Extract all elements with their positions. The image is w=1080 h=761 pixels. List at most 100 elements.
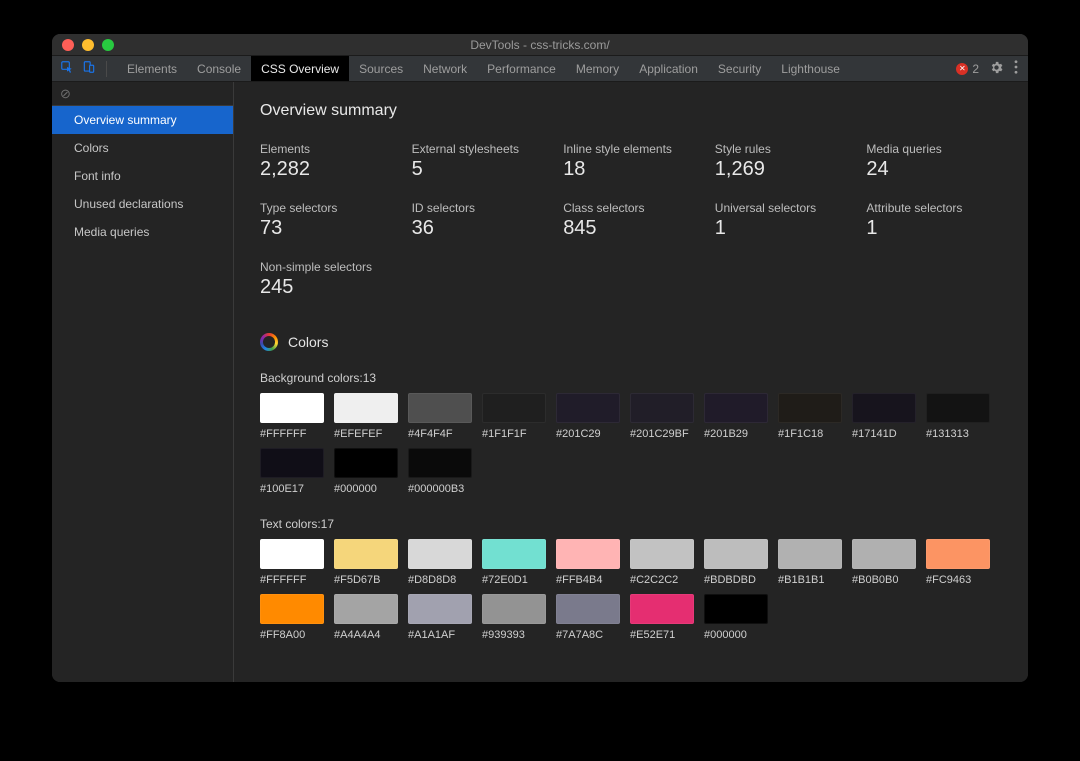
swatch-chip (334, 539, 398, 569)
color-swatch[interactable]: #1F1F1F (482, 393, 546, 440)
color-swatch[interactable]: #FFFFFF (260, 393, 324, 440)
swatch-chip (704, 393, 768, 423)
color-swatch[interactable]: #72E0D1 (482, 539, 546, 586)
color-swatch[interactable]: #201B29 (704, 393, 768, 440)
color-swatch[interactable]: #B0B0B0 (852, 539, 916, 586)
swatch-chip (778, 393, 842, 423)
sidebar-item-font-info[interactable]: Font info (52, 162, 233, 190)
color-swatch[interactable]: #FFFFFF (260, 539, 324, 586)
tab-performance[interactable]: Performance (477, 56, 566, 81)
swatch-label: #FFFFFF (260, 574, 324, 586)
stat-style-rules: Style rules1,269 (715, 142, 857, 181)
clear-icon[interactable]: ⊘ (60, 86, 71, 102)
sidebar-item-colors[interactable]: Colors (52, 134, 233, 162)
sidebar-item-unused-declarations[interactable]: Unused declarations (52, 190, 233, 218)
swatch-label: #131313 (926, 428, 990, 440)
color-swatch[interactable]: #A4A4A4 (334, 594, 398, 641)
swatch-chip (556, 393, 620, 423)
swatch-label: #000000 (334, 483, 398, 495)
page-title: Overview summary (260, 102, 1008, 120)
swatch-label: #1F1F1F (482, 428, 546, 440)
tab-console[interactable]: Console (187, 56, 251, 81)
color-swatch[interactable]: #201C29 (556, 393, 620, 440)
stat-value: 5 (412, 158, 554, 181)
color-swatch[interactable]: #C2C2C2 (630, 539, 694, 586)
stat-value: 1,269 (715, 158, 857, 181)
swatch-chip (334, 448, 398, 478)
swatch-chip (852, 539, 916, 569)
swatch-chip (334, 393, 398, 423)
swatch-chip (482, 539, 546, 569)
color-swatch[interactable]: #FFB4B4 (556, 539, 620, 586)
devtools-tabstrip: ElementsConsoleCSS OverviewSourcesNetwor… (52, 56, 1028, 82)
color-swatch[interactable]: #939393 (482, 594, 546, 641)
fullscreen-window-button[interactable] (102, 39, 114, 51)
swatch-chip (556, 594, 620, 624)
color-swatch[interactable]: #E52E71 (630, 594, 694, 641)
color-swatch[interactable]: #7A7A8C (556, 594, 620, 641)
swatch-chip (260, 393, 324, 423)
swatch-chip (260, 594, 324, 624)
close-window-button[interactable] (62, 39, 74, 51)
device-toggle-icon[interactable] (82, 60, 96, 77)
swatch-label: #C2C2C2 (630, 574, 694, 586)
inspect-icon[interactable] (60, 60, 74, 77)
tab-css-overview[interactable]: CSS Overview (251, 56, 349, 81)
background-colors-label: Background colors:13 (260, 371, 1008, 385)
kebab-icon[interactable] (1014, 60, 1018, 77)
color-swatch[interactable]: #F5D67B (334, 539, 398, 586)
swatch-chip (556, 539, 620, 569)
color-swatch[interactable]: #131313 (926, 393, 990, 440)
color-swatch[interactable]: #000000 (704, 594, 768, 641)
color-swatch[interactable]: #4F4F4F (408, 393, 472, 440)
color-swatch[interactable]: #B1B1B1 (778, 539, 842, 586)
sidebar-item-overview-summary[interactable]: Overview summary (52, 106, 233, 134)
stat-value: 24 (866, 158, 1008, 181)
window-title: DevTools - css-tricks.com/ (52, 38, 1028, 52)
sidebar-toolbar: ⊘ (52, 82, 233, 106)
gear-icon[interactable] (989, 60, 1004, 78)
sidebar-item-media-queries[interactable]: Media queries (52, 218, 233, 246)
tab-security[interactable]: Security (708, 56, 771, 81)
colors-section-title: Colors (288, 334, 328, 350)
swatch-chip (408, 393, 472, 423)
error-counter[interactable]: ✕ 2 (956, 62, 979, 76)
tab-application[interactable]: Application (629, 56, 708, 81)
color-swatch[interactable]: #201C29BF (630, 393, 694, 440)
color-swatch[interactable]: #EFEFEF (334, 393, 398, 440)
main-panel: Overview summary Elements2,282External s… (234, 82, 1028, 682)
color-swatch[interactable]: #A1A1AF (408, 594, 472, 641)
swatch-chip (260, 539, 324, 569)
swatch-chip (482, 594, 546, 624)
stat-value: 73 (260, 217, 402, 240)
swatch-label: #A4A4A4 (334, 629, 398, 641)
color-swatch[interactable]: #1F1C18 (778, 393, 842, 440)
stat-label: Non-simple selectors (260, 260, 402, 274)
text-swatch-row: #FFFFFF #F5D67B#D8D8D8 #72E0D1 #FFB4B4 #C2C2… (260, 539, 1008, 641)
swatch-label: #100E17 (260, 483, 324, 495)
stat-id-selectors: ID selectors36 (412, 201, 554, 240)
color-swatch[interactable]: #000000B3 (408, 448, 472, 495)
color-swatch[interactable]: #FF8A00 (260, 594, 324, 641)
color-swatch[interactable]: #FC9463 (926, 539, 990, 586)
tab-network[interactable]: Network (413, 56, 477, 81)
swatch-label: #FFB4B4 (556, 574, 620, 586)
tab-lighthouse[interactable]: Lighthouse (771, 56, 850, 81)
minimize-window-button[interactable] (82, 39, 94, 51)
color-swatch[interactable]: #100E17 (260, 448, 324, 495)
color-ring-icon (260, 333, 278, 351)
color-swatch[interactable]: #BDBDBD (704, 539, 768, 586)
color-swatch[interactable]: #17141D (852, 393, 916, 440)
stat-media-queries: Media queries24 (866, 142, 1008, 181)
color-swatch[interactable]: #000000 (334, 448, 398, 495)
swatch-label: #201C29BF (630, 428, 694, 440)
tab-sources[interactable]: Sources (349, 56, 413, 81)
stat-value: 1 (715, 217, 857, 240)
swatch-chip (408, 539, 472, 569)
swatch-label: #72E0D1 (482, 574, 546, 586)
color-swatch[interactable]: #D8D8D8 (408, 539, 472, 586)
tab-memory[interactable]: Memory (566, 56, 629, 81)
tab-elements[interactable]: Elements (117, 56, 187, 81)
stat-label: Attribute selectors (866, 201, 1008, 215)
swatch-label: #B1B1B1 (778, 574, 842, 586)
